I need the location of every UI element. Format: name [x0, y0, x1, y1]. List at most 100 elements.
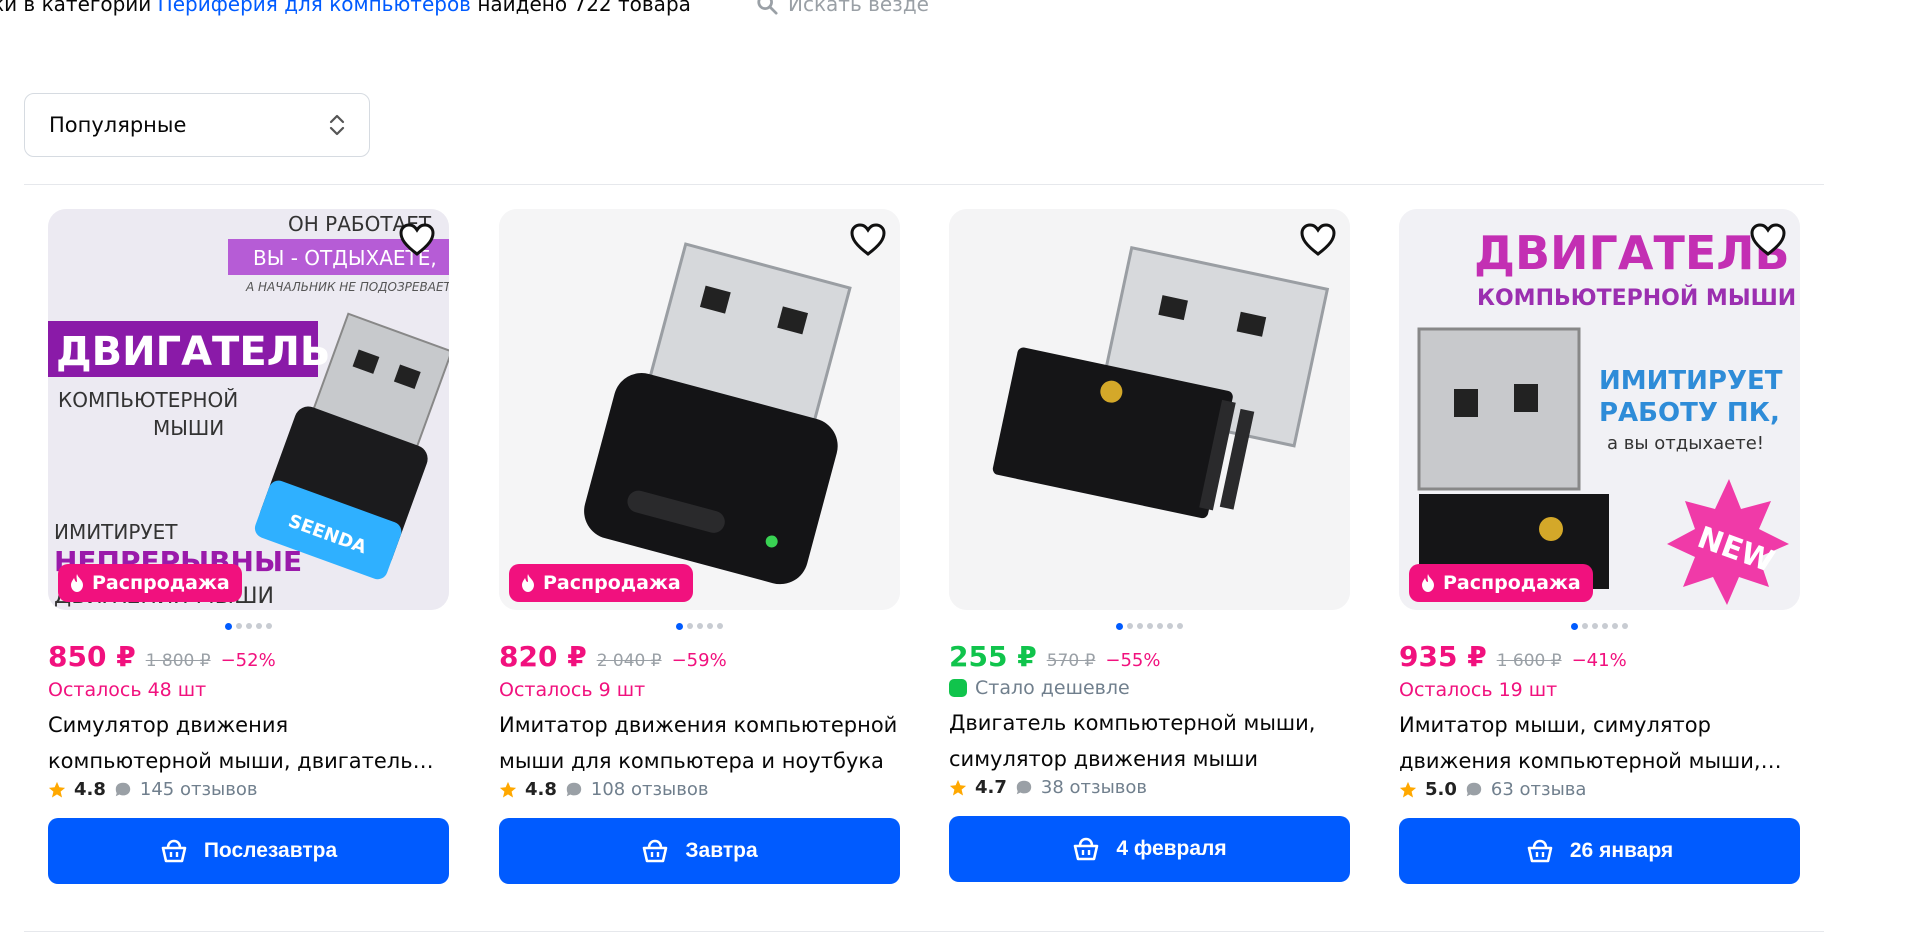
product-card[interactable]: Распродажа 820 ₽ 2 040 ₽ −59% Осталось 9… — [499, 209, 900, 884]
add-to-cart-button[interactable]: Завтра — [499, 818, 900, 884]
product-title[interactable]: Двигатель компьютерной мыши, симулятор д… — [949, 705, 1350, 777]
discount: −41% — [1571, 650, 1627, 671]
img4-right3: а вы отдыхаете! — [1607, 433, 1764, 454]
product-photo-1: ОН РАБОТАЕТ ВЫ - ОТДЫХАЕТЕ, А НАЧАЛЬНИК … — [48, 209, 449, 610]
img1-bottom1: ИМИТИРУЕТ — [54, 520, 178, 544]
delivery-date: Завтра — [685, 839, 758, 862]
favorite-heart-icon[interactable] — [850, 223, 886, 257]
rating-value: 5.0 — [1425, 779, 1457, 800]
product-title[interactable]: Симулятор движения компьютерной мыши, дв… — [48, 707, 449, 779]
reviews-count: 108 отзывов — [590, 779, 709, 800]
product-image[interactable]: ОН РАБОТАЕТ ВЫ - ОТДЫХАЕТЕ, А НАЧАЛЬНИК … — [48, 209, 449, 610]
discount: −52% — [220, 650, 276, 671]
product-image[interactable]: Распродажа — [499, 209, 900, 610]
search-everywhere-link[interactable]: Искать везде — [756, 0, 929, 18]
stock-left: Осталось 19 шт — [1399, 679, 1558, 701]
img1-sub2: МЫШИ — [153, 416, 224, 440]
price-block: 255 ₽ 570 ₽ −55% — [949, 640, 1350, 673]
favorite-heart-icon[interactable] — [1750, 223, 1786, 257]
category-link[interactable]: Периферия для компьютеров — [158, 0, 471, 16]
sale-badge: Распродажа — [58, 564, 242, 602]
flame-icon — [1422, 574, 1434, 592]
current-price: 820 ₽ — [499, 640, 587, 673]
sale-badge: Распродажа — [509, 564, 693, 602]
product-card[interactable]: ОН РАБОТАЕТ ВЫ - ОТДЫХАЕТЕ, А НАЧАЛЬНИК … — [48, 209, 449, 884]
product-image[interactable]: ДВИГАТЕЛЬ КОМПЬЮТЕРНОЙ МЫШИ ИМИТИРУЕТ РА… — [1399, 209, 1800, 610]
product-image[interactable] — [949, 209, 1350, 610]
img4-sub: КОМПЬЮТЕРНОЙ МЫШИ — [1477, 285, 1796, 311]
price-drop-note: Стало дешевле — [949, 677, 1350, 699]
star-icon — [1399, 781, 1417, 798]
old-price: 1 600 ₽ — [1496, 651, 1562, 671]
reviews-count: 145 отзывов — [139, 779, 258, 800]
product-title[interactable]: Имитатор движения компьютерной мыши для … — [499, 707, 900, 779]
img1-big: ДВИГАТЕЛЬ — [56, 329, 330, 375]
product-card[interactable]: 255 ₽ 570 ₽ −55% Стало дешевле Двигатель… — [949, 209, 1350, 882]
search-everywhere-label: Искать везде — [788, 0, 929, 16]
comment-icon — [115, 782, 131, 796]
summary-prefix: ки в категории — [0, 0, 152, 16]
basket-icon — [161, 839, 187, 863]
image-pager[interactable] — [499, 616, 900, 636]
delivery-date: 4 февраля — [1116, 837, 1227, 860]
rating-block[interactable]: 4.7 38 отзывов — [949, 777, 1350, 798]
product-photo-2 — [499, 209, 900, 610]
discount: −55% — [1105, 650, 1161, 671]
delivery-date: Послезавтра — [203, 839, 338, 862]
rating-value: 4.7 — [975, 777, 1007, 798]
sale-badge-label: Распродажа — [1443, 572, 1581, 594]
image-pager[interactable] — [48, 616, 449, 636]
basket-icon — [1074, 837, 1099, 861]
reviews-count: 63 отзыва — [1490, 779, 1587, 800]
basket-icon — [1527, 839, 1553, 863]
product-title[interactable]: Имитатор мыши, симулятор движения компью… — [1399, 707, 1800, 779]
price-block: 935 ₽ 1 600 ₽ −41% — [1399, 640, 1800, 673]
product-photo-3 — [949, 209, 1350, 610]
product-card[interactable]: ДВИГАТЕЛЬ КОМПЬЮТЕРНОЙ МЫШИ ИМИТИРУЕТ РА… — [1399, 209, 1800, 884]
comment-icon — [1466, 782, 1482, 796]
price-block: 850 ₽ 1 800 ₽ −52% — [48, 640, 449, 673]
star-icon — [499, 781, 517, 798]
current-price: 255 ₽ — [949, 640, 1037, 673]
image-pager[interactable] — [949, 616, 1350, 636]
divider — [24, 184, 1824, 185]
search-icon — [757, 0, 778, 15]
sale-badge-label: Распродажа — [543, 572, 681, 594]
price-down-icon — [949, 679, 967, 697]
price-block: 820 ₽ 2 040 ₽ −59% — [499, 640, 900, 673]
sort-selected-value: Популярные — [49, 113, 187, 137]
rating-block[interactable]: 4.8 145 отзывов — [48, 779, 449, 800]
summary-count: найдено 722 товара — [477, 0, 691, 16]
reviews-count: 38 отзывов — [1040, 777, 1148, 798]
product-photo-4: ДВИГАТЕЛЬ КОМПЬЮТЕРНОЙ МЫШИ ИМИТИРУЕТ РА… — [1399, 209, 1800, 610]
star-icon — [48, 781, 66, 798]
sale-badge: Распродажа — [1409, 564, 1593, 602]
current-price: 850 ₽ — [48, 640, 136, 673]
sale-badge-label: Распродажа — [92, 572, 230, 594]
divider — [24, 931, 1824, 932]
rating-value: 4.8 — [525, 779, 557, 800]
sort-chevrons-icon — [329, 114, 345, 136]
flame-icon — [71, 574, 83, 592]
img1-sub1: КОМПЬЮТЕРНОЙ — [58, 388, 238, 412]
discount: −59% — [671, 650, 727, 671]
favorite-heart-icon[interactable] — [399, 223, 435, 257]
old-price: 2 040 ₽ — [596, 651, 662, 671]
add-to-cart-button[interactable]: Послезавтра — [48, 818, 449, 884]
old-price: 570 ₽ — [1046, 651, 1096, 671]
search-results-summary: ки в категории Периферия для компьютеров… — [0, 0, 691, 18]
add-to-cart-button[interactable]: 4 февраля — [949, 816, 1350, 882]
comment-icon — [566, 782, 582, 796]
favorite-heart-icon[interactable] — [1300, 223, 1336, 257]
price-drop-label: Стало дешевле — [975, 677, 1130, 699]
old-price: 1 800 ₽ — [145, 651, 211, 671]
basket-icon — [643, 839, 668, 863]
delivery-date: 26 января — [1569, 839, 1674, 862]
rating-block[interactable]: 5.0 63 отзыва — [1399, 779, 1800, 800]
add-to-cart-button[interactable]: 26 января — [1399, 818, 1800, 884]
rating-block[interactable]: 4.8 108 отзывов — [499, 779, 900, 800]
img4-big: ДВИГАТЕЛЬ — [1474, 226, 1790, 280]
image-pager[interactable] — [1399, 616, 1800, 636]
sort-select[interactable]: Популярные — [24, 93, 370, 157]
current-price: 935 ₽ — [1399, 640, 1487, 673]
